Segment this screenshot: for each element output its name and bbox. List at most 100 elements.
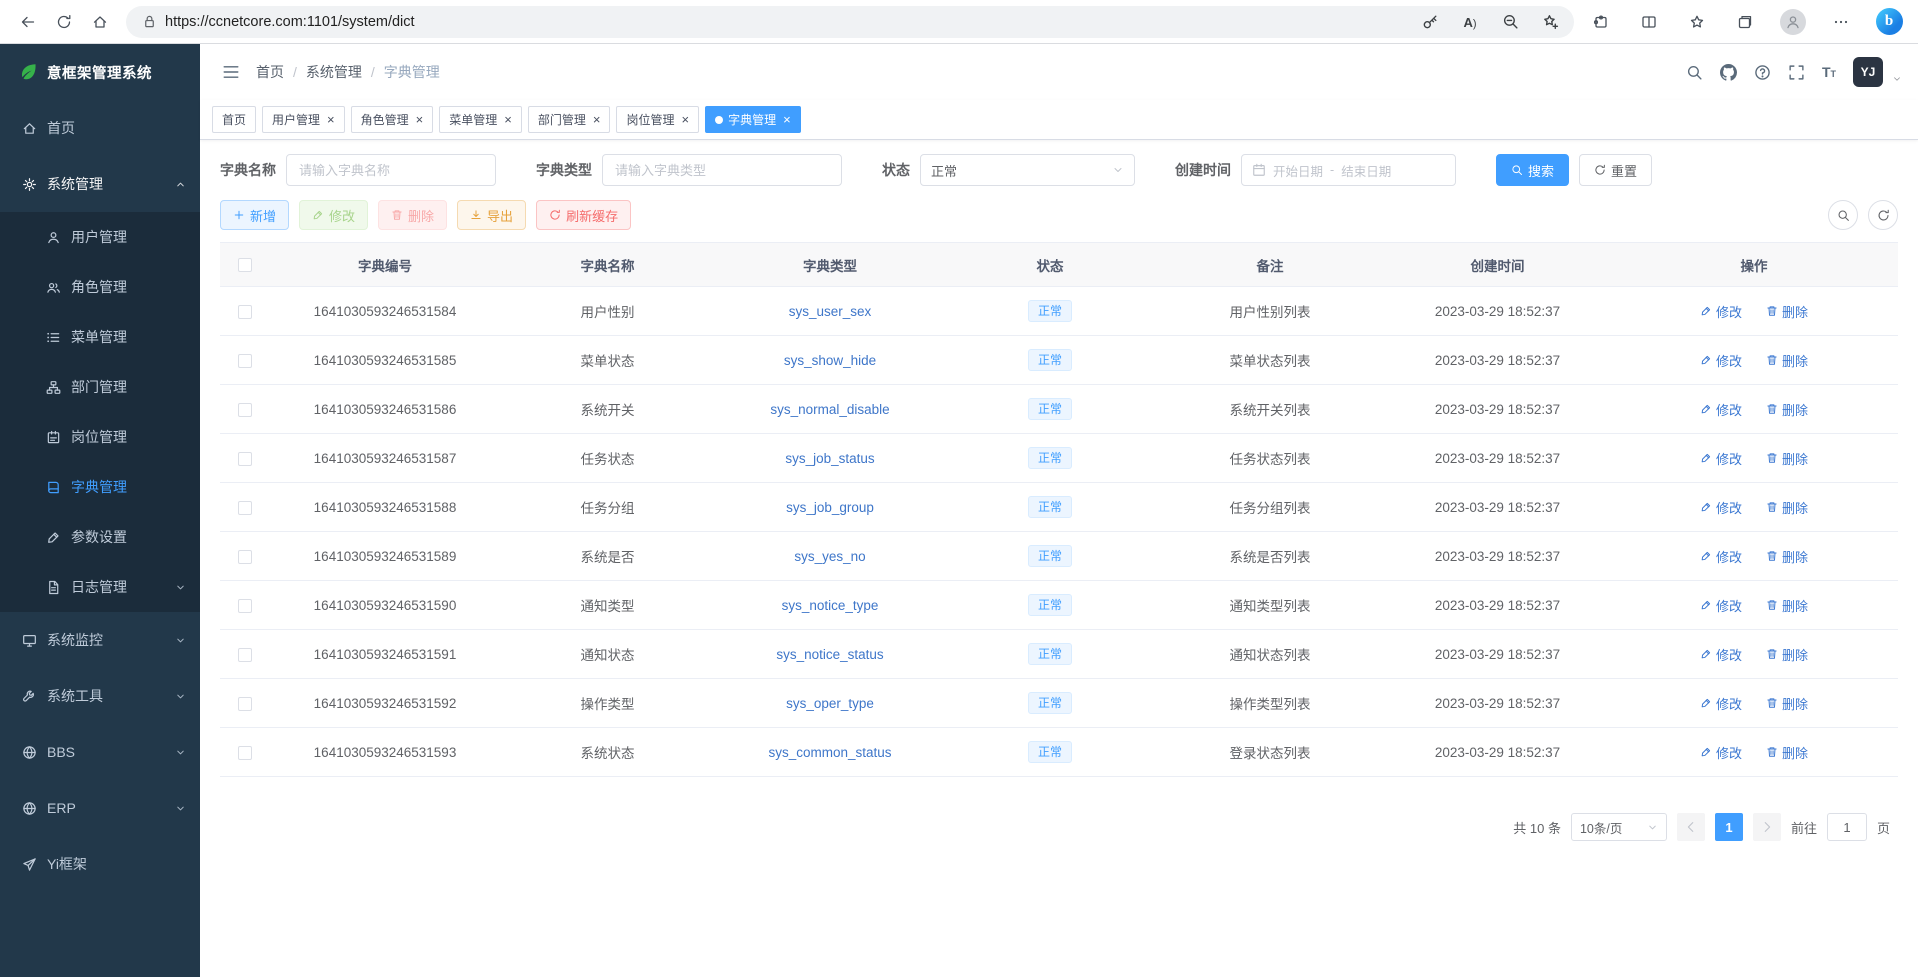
delete-button[interactable]: 删除 <box>378 200 447 230</box>
date-range-picker[interactable]: 开始日期 - 结束日期 <box>1241 154 1456 186</box>
browser-home-button[interactable] <box>82 5 118 39</box>
tab-menu-management[interactable]: 菜单管理× <box>439 106 522 133</box>
row-edit-button[interactable]: 修改 <box>1700 694 1742 713</box>
row-delete-button[interactable]: 删除 <box>1766 498 1808 517</box>
user-avatar[interactable]: YJ <box>1853 57 1883 87</box>
avatar-caret-icon[interactable] <box>1892 74 1902 84</box>
search-button[interactable]: 搜索 <box>1496 154 1569 186</box>
row-checkbox[interactable] <box>238 599 252 613</box>
sidebar-item-param-settings[interactable]: 参数设置 <box>0 512 200 562</box>
add-button[interactable]: 新增 <box>220 200 289 230</box>
toggle-search-button[interactable] <box>1828 200 1858 230</box>
header-search-button[interactable] <box>1686 64 1703 81</box>
row-checkbox[interactable] <box>238 452 252 466</box>
row-checkbox[interactable] <box>238 354 252 368</box>
dict-type-link[interactable]: sys_oper_type <box>786 696 874 711</box>
passwords-button[interactable] <box>1416 8 1444 36</box>
row-checkbox[interactable] <box>238 305 252 319</box>
dict-type-link[interactable]: sys_yes_no <box>794 549 865 564</box>
dict-type-input[interactable] <box>602 154 842 186</box>
browser-profile-button[interactable] <box>1774 5 1812 39</box>
font-size-button[interactable]: TT <box>1822 62 1836 82</box>
dict-name-input[interactable] <box>286 154 496 186</box>
goto-page-input[interactable] <box>1827 813 1867 841</box>
row-delete-button[interactable]: 删除 <box>1766 694 1808 713</box>
row-checkbox[interactable] <box>238 697 252 711</box>
row-edit-button[interactable]: 修改 <box>1700 351 1742 370</box>
row-delete-button[interactable]: 删除 <box>1766 351 1808 370</box>
sidebar-item-yi-framework[interactable]: Yi框架 <box>0 836 200 892</box>
sidebar-item-role-management[interactable]: 角色管理 <box>0 262 200 312</box>
row-checkbox[interactable] <box>238 501 252 515</box>
tab-close-icon[interactable]: × <box>681 113 689 126</box>
dict-type-link[interactable]: sys_show_hide <box>784 353 876 368</box>
tab-close-icon[interactable]: × <box>327 113 335 126</box>
sidebar-item-system-management[interactable]: 系统管理 <box>0 156 200 212</box>
extensions-button[interactable] <box>1582 5 1620 39</box>
sidebar-item-system-monitor[interactable]: 系统监控 <box>0 612 200 668</box>
github-button[interactable] <box>1720 64 1737 81</box>
collections-button[interactable] <box>1726 5 1764 39</box>
favorites-button[interactable] <box>1678 5 1716 39</box>
row-edit-button[interactable]: 修改 <box>1700 596 1742 615</box>
edit-button[interactable]: 修改 <box>299 200 368 230</box>
next-page-button[interactable] <box>1753 813 1781 841</box>
dict-type-link[interactable]: sys_normal_disable <box>770 402 889 417</box>
fullscreen-button[interactable] <box>1788 64 1805 81</box>
dict-type-link[interactable]: sys_common_status <box>768 745 891 760</box>
refresh-table-button[interactable] <box>1868 200 1898 230</box>
row-checkbox[interactable] <box>238 746 252 760</box>
date-end-placeholder[interactable]: 结束日期 <box>1341 161 1391 180</box>
bing-chat-button[interactable]: b <box>1870 5 1908 39</box>
row-delete-button[interactable]: 删除 <box>1766 302 1808 321</box>
breadcrumb-item[interactable]: 首页 <box>256 62 284 82</box>
sidebar-item-system-tools[interactable]: 系统工具 <box>0 668 200 724</box>
page-size-select[interactable]: 10条/页 <box>1571 813 1667 841</box>
sidebar-item-erp[interactable]: ERP <box>0 780 200 836</box>
sidebar-toggle-button[interactable] <box>216 57 246 87</box>
sidebar-item-menu-management[interactable]: 菜单管理 <box>0 312 200 362</box>
read-aloud-button[interactable]: A) <box>1456 8 1484 36</box>
export-button[interactable]: 导出 <box>457 200 526 230</box>
date-start-placeholder[interactable]: 开始日期 <box>1273 161 1323 180</box>
refresh-cache-button[interactable]: 刷新缓存 <box>536 200 631 230</box>
add-favorite-button[interactable] <box>1536 8 1564 36</box>
tab-post-management[interactable]: 岗位管理× <box>616 106 699 133</box>
row-delete-button[interactable]: 删除 <box>1766 400 1808 419</box>
tab-close-icon[interactable]: × <box>416 113 424 126</box>
row-checkbox[interactable] <box>238 550 252 564</box>
row-delete-button[interactable]: 删除 <box>1766 743 1808 762</box>
row-delete-button[interactable]: 删除 <box>1766 645 1808 664</box>
tab-close-icon[interactable]: × <box>504 113 512 126</box>
row-edit-button[interactable]: 修改 <box>1700 645 1742 664</box>
tab-user-management[interactable]: 用户管理× <box>262 106 345 133</box>
tab-close-icon[interactable]: × <box>783 113 791 126</box>
address-bar[interactable]: https://ccnetcore.com:1101/system/dict A… <box>126 6 1574 38</box>
tab-role-management[interactable]: 角色管理× <box>351 106 434 133</box>
dict-type-link[interactable]: sys_notice_type <box>782 598 879 613</box>
current-page-button[interactable]: 1 <box>1715 813 1743 841</box>
reset-button[interactable]: 重置 <box>1579 154 1652 186</box>
sidebar-item-dict-management[interactable]: 字典管理 <box>0 462 200 512</box>
prev-page-button[interactable] <box>1677 813 1705 841</box>
browser-menu-button[interactable] <box>1822 5 1860 39</box>
sidebar-item-log-management[interactable]: 日志管理 <box>0 562 200 612</box>
row-checkbox[interactable] <box>238 648 252 662</box>
zoom-out-button[interactable] <box>1496 8 1524 36</box>
split-screen-button[interactable] <box>1630 5 1668 39</box>
dict-type-link[interactable]: sys_job_status <box>785 451 874 466</box>
row-edit-button[interactable]: 修改 <box>1700 400 1742 419</box>
sidebar-item-dept-management[interactable]: 部门管理 <box>0 362 200 412</box>
row-edit-button[interactable]: 修改 <box>1700 547 1742 566</box>
sidebar-item-post-management[interactable]: 岗位管理 <box>0 412 200 462</box>
row-edit-button[interactable]: 修改 <box>1700 743 1742 762</box>
row-edit-button[interactable]: 修改 <box>1700 302 1742 321</box>
select-all-checkbox[interactable] <box>238 258 252 272</box>
dict-type-link[interactable]: sys_user_sex <box>789 304 872 319</box>
sidebar-item-user-management[interactable]: 用户管理 <box>0 212 200 262</box>
tab-home[interactable]: 首页 <box>212 106 256 133</box>
sidebar-item-home[interactable]: 首页 <box>0 100 200 156</box>
browser-back-button[interactable] <box>10 5 46 39</box>
tab-dict-management[interactable]: 字典管理× <box>705 106 801 133</box>
browser-refresh-button[interactable] <box>46 5 82 39</box>
